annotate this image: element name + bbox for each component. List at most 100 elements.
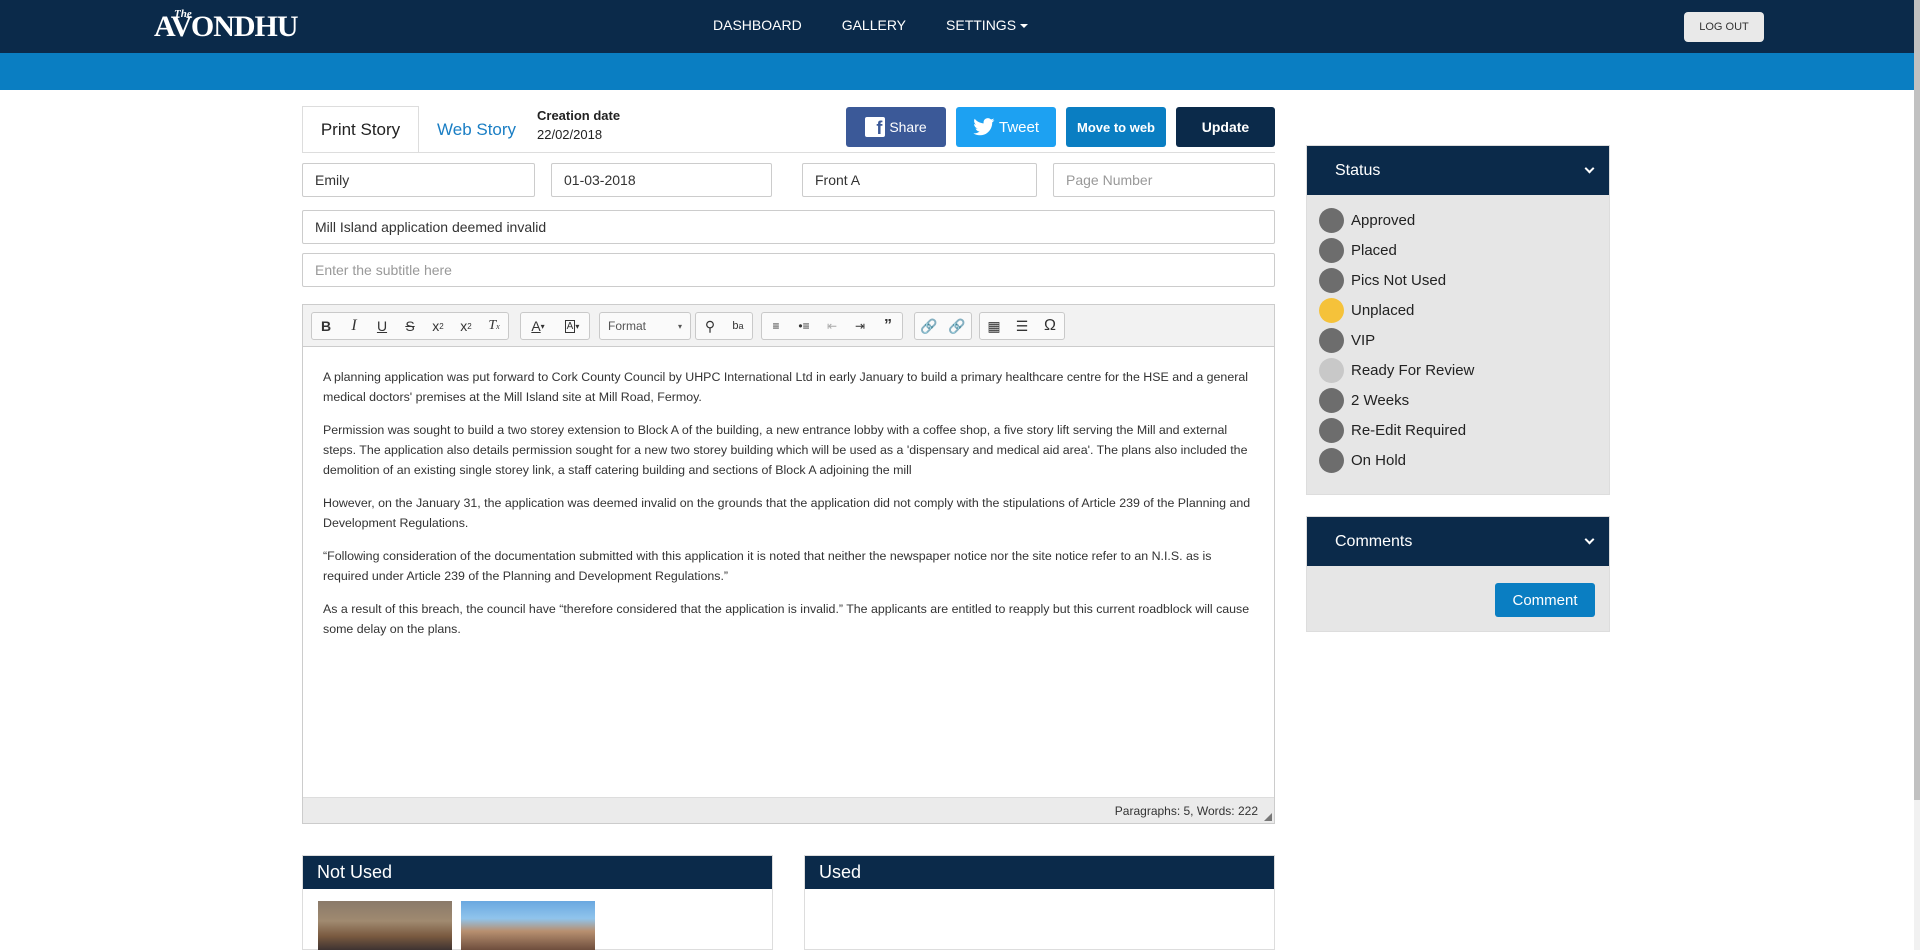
status-option[interactable]: Pics Not Used bbox=[1319, 265, 1609, 295]
tab-divider bbox=[302, 152, 1275, 153]
toolbar-group-basic: B I U S x2 x2 Tx bbox=[311, 312, 509, 340]
status-dot-icon bbox=[1319, 237, 1344, 263]
sub-header-bar bbox=[0, 53, 1914, 90]
comment-button[interactable]: Comment bbox=[1495, 583, 1595, 617]
status-option[interactable]: Re-Edit Required bbox=[1319, 415, 1609, 445]
status-option-label: Placed bbox=[1351, 241, 1397, 259]
numbered-list-icon[interactable]: ≡ bbox=[762, 313, 790, 339]
format-select[interactable]: Format ▾ bbox=[600, 313, 690, 339]
status-option[interactable]: Placed bbox=[1319, 235, 1609, 265]
status-option-label: VIP bbox=[1351, 331, 1376, 349]
body-paragraph: Permission was sought to build a two sto… bbox=[323, 423, 1248, 477]
bulleted-list-icon[interactable]: •≡ bbox=[790, 313, 818, 339]
subtitle-field[interactable]: Enter the subtitle here bbox=[302, 253, 1275, 287]
chevron-down-icon bbox=[1584, 163, 1595, 174]
top-navbar: The AVONDHU DASHBOARD GALLERY SETTINGS L… bbox=[0, 0, 1914, 53]
unlink-icon[interactable]: 🔗 bbox=[943, 313, 971, 339]
special-char-icon[interactable]: Ω bbox=[1036, 313, 1064, 339]
rich-text-editor: B I U S x2 x2 Tx A ▾ A ▾ Format ▾ ⚲ ba ≡ •≡… bbox=[302, 304, 1275, 824]
publish-date-field[interactable]: 01-03-2018 bbox=[551, 163, 772, 197]
image-thumbnail[interactable] bbox=[318, 901, 452, 950]
replace-icon[interactable]: ba bbox=[724, 313, 752, 339]
horizontal-rule-icon[interactable]: ☰ bbox=[1008, 313, 1036, 339]
tab-web-story[interactable]: Web Story bbox=[437, 106, 516, 153]
page-number-field[interactable]: Page Number bbox=[1053, 163, 1275, 197]
comments-panel: Comments Comment bbox=[1306, 516, 1610, 632]
logout-button[interactable]: LOG OUT bbox=[1684, 12, 1764, 42]
word-count-label: Paragraphs: 5, Words: 222 bbox=[1114, 803, 1258, 818]
status-option[interactable]: Approved bbox=[1319, 205, 1609, 235]
toolbar-group-insert: ▦ ☰ Ω bbox=[979, 312, 1065, 340]
status-option[interactable]: On Hold bbox=[1319, 445, 1609, 475]
page-scrollbar[interactable] bbox=[1914, 0, 1920, 950]
creation-date-label: Creation date bbox=[537, 108, 621, 123]
strikethrough-icon[interactable]: S bbox=[396, 313, 424, 339]
status-option[interactable]: Unplaced bbox=[1319, 295, 1609, 325]
nav-settings-label: SETTINGS bbox=[946, 17, 1017, 33]
body-paragraph: However, on the January 31, the applicat… bbox=[323, 496, 1251, 530]
update-button[interactable]: Update bbox=[1176, 107, 1275, 147]
status-option[interactable]: 2 Weeks bbox=[1319, 385, 1609, 415]
underline-icon[interactable]: U bbox=[368, 313, 396, 339]
body-paragraph: A planning application was put forward t… bbox=[323, 370, 1248, 404]
status-option[interactable]: Ready For Review bbox=[1319, 355, 1609, 385]
toolbar-group-links: 🔗 🔗 bbox=[914, 312, 972, 340]
status-dot-icon bbox=[1319, 297, 1344, 323]
format-select-label: Format bbox=[608, 319, 647, 333]
blockquote-icon[interactable]: ” bbox=[874, 313, 902, 339]
section-field[interactable]: Front A bbox=[802, 163, 1037, 197]
indent-icon[interactable]: ⇥ bbox=[846, 313, 874, 339]
author-field[interactable]: Emily bbox=[302, 163, 535, 197]
text-color-icon[interactable]: A ▾ bbox=[521, 313, 555, 339]
editor-content[interactable]: A planning application was put forward t… bbox=[303, 347, 1274, 672]
status-list: Approved Placed Pics Not Used Unplaced VIP Re… bbox=[1307, 195, 1609, 475]
facebook-share-button[interactable]: f Share bbox=[846, 107, 946, 147]
creation-date-value: 22/02/2018 bbox=[537, 127, 603, 142]
superscript-icon[interactable]: x2 bbox=[452, 313, 480, 339]
title-field[interactable]: Mill Island application deemed invalid bbox=[302, 210, 1275, 244]
share-label: Share bbox=[889, 119, 927, 135]
toolbar-group-format: Format ▾ bbox=[599, 312, 691, 340]
status-option-label: Ready For Review bbox=[1351, 361, 1475, 379]
status-panel-title: Status bbox=[1335, 161, 1381, 179]
not-used-panel: Not Used bbox=[302, 855, 773, 950]
bg-color-icon[interactable]: A ▾ bbox=[555, 313, 589, 339]
tweet-label: Tweet bbox=[998, 118, 1040, 136]
comments-panel-header[interactable]: Comments bbox=[1307, 517, 1609, 566]
link-icon[interactable]: 🔗 bbox=[915, 313, 943, 339]
tab-print-story[interactable]: Print Story bbox=[302, 106, 419, 153]
status-dot-icon bbox=[1319, 417, 1344, 443]
main-nav: DASHBOARD GALLERY SETTINGS bbox=[713, 17, 1068, 33]
body-paragraph: As a result of this breach, the council … bbox=[323, 602, 1250, 636]
chevron-down-icon bbox=[1584, 534, 1595, 545]
nav-settings[interactable]: SETTINGS bbox=[946, 17, 1029, 33]
body-paragraph: “Following consideration of the document… bbox=[323, 549, 1212, 583]
image-thumbnail[interactable] bbox=[461, 901, 595, 950]
tweet-button[interactable]: Tweet bbox=[956, 107, 1056, 147]
table-icon[interactable]: ▦ bbox=[980, 313, 1008, 339]
toolbar-group-colors: A ▾ A ▾ bbox=[520, 312, 590, 340]
remove-format-icon[interactable]: Tx bbox=[480, 313, 508, 339]
status-dot-icon bbox=[1319, 387, 1344, 413]
status-option[interactable]: VIP bbox=[1319, 325, 1609, 355]
used-panel: Used bbox=[804, 855, 1275, 950]
status-panel-header[interactable]: Status bbox=[1307, 146, 1609, 195]
find-icon[interactable]: ⚲ bbox=[696, 313, 724, 339]
toolbar-group-find: ⚲ ba bbox=[695, 312, 753, 340]
italic-icon[interactable]: I bbox=[340, 313, 368, 339]
status-dot-icon bbox=[1319, 207, 1344, 233]
bold-icon[interactable]: B bbox=[312, 313, 340, 339]
editor-toolbar: B I U S x2 x2 Tx A ▾ A ▾ Format ▾ ⚲ ba ≡ •≡… bbox=[303, 305, 1274, 347]
resize-handle-icon[interactable] bbox=[1264, 813, 1272, 821]
status-option-label: On Hold bbox=[1351, 451, 1407, 469]
brand-logo-name: AVONDHU bbox=[154, 10, 299, 43]
status-option-label: 2 Weeks bbox=[1351, 391, 1410, 409]
subscript-icon[interactable]: x2 bbox=[424, 313, 452, 339]
move-to-web-button[interactable]: Move to web bbox=[1066, 107, 1166, 147]
scrollbar-thumb[interactable] bbox=[1914, 0, 1920, 800]
creation-date: Creation date 22/02/2018 bbox=[537, 108, 620, 142]
nav-gallery[interactable]: GALLERY bbox=[842, 17, 906, 33]
outdent-icon[interactable]: ⇤ bbox=[818, 313, 846, 339]
nav-dashboard[interactable]: DASHBOARD bbox=[713, 17, 802, 33]
status-dot-icon bbox=[1319, 357, 1344, 383]
